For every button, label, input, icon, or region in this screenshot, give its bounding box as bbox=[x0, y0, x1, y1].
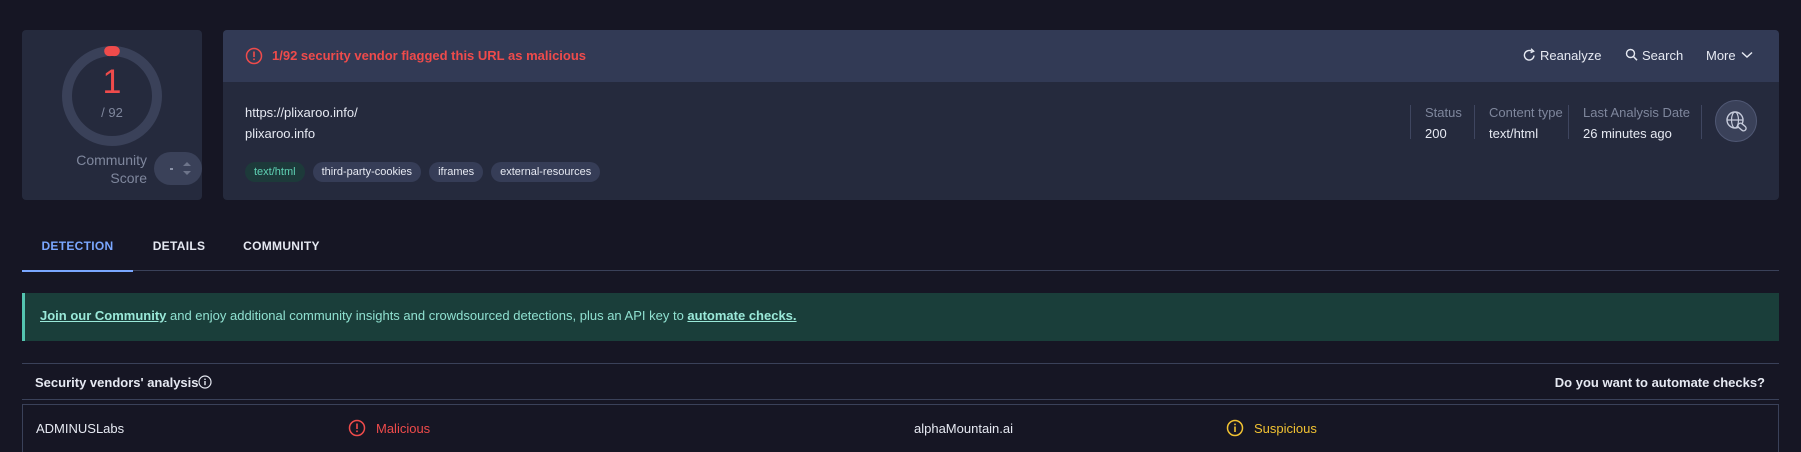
join-community-link[interactable]: Join our Community bbox=[40, 308, 166, 323]
tag-list: text/html third-party-cookies iframes ex… bbox=[245, 162, 601, 182]
alert-circle-icon bbox=[245, 47, 263, 65]
status-value: 200 bbox=[1425, 126, 1447, 141]
result-tabs: DETECTION DETAILS COMMUNITY bbox=[22, 225, 1779, 272]
status-label: Status bbox=[1425, 105, 1462, 120]
detection-score-card: 1 / 92 Community Score bbox=[22, 30, 202, 200]
tag-chip[interactable]: iframes bbox=[429, 162, 484, 182]
tab-details[interactable]: DETAILS bbox=[133, 225, 225, 271]
vendor-verdict-malicious: Malicious bbox=[348, 419, 430, 437]
automate-checks-button[interactable]: Do you want to automate checks? bbox=[1555, 375, 1765, 390]
tag-chip[interactable]: external-resources bbox=[491, 162, 601, 182]
tab-community[interactable]: COMMUNITY bbox=[225, 225, 338, 271]
detection-count: 1 bbox=[102, 63, 122, 101]
tag-chip[interactable]: text/html bbox=[245, 162, 305, 182]
last-analysis-label: Last Analysis Date bbox=[1583, 105, 1690, 120]
tag-chip[interactable]: third-party-cookies bbox=[312, 162, 422, 182]
url-summary-card: 1/92 security vendor flagged this URL as… bbox=[223, 30, 1779, 200]
analyzed-url[interactable]: https://plixaroo.info/ bbox=[245, 105, 358, 120]
vendors-title: Security vendors' analysis bbox=[35, 375, 199, 390]
content-type-meta: Content type text/html bbox=[1474, 105, 1563, 141]
more-menu-button[interactable]: More bbox=[1706, 48, 1753, 63]
info-icon[interactable] bbox=[198, 375, 212, 389]
malicious-alert-icon bbox=[348, 419, 366, 437]
globe-link-icon bbox=[1726, 111, 1747, 132]
tab-detection[interactable]: DETECTION bbox=[22, 225, 133, 272]
community-score-value bbox=[170, 168, 173, 170]
content-type-label: Content type bbox=[1489, 105, 1563, 120]
community-banner: Join our Community and enjoy additional … bbox=[22, 293, 1779, 341]
alert-bar: 1/92 security vendor flagged this URL as… bbox=[223, 30, 1779, 82]
community-score-label: Community Score bbox=[76, 152, 147, 186]
community-score-stepper[interactable] bbox=[154, 152, 202, 185]
alert-message: 1/92 security vendor flagged this URL as… bbox=[272, 48, 587, 63]
suspicious-info-icon bbox=[1226, 419, 1244, 437]
vote-down-icon[interactable] bbox=[183, 171, 191, 175]
table-row: ADMINUSLabs Malicious alphaMountain.ai S… bbox=[22, 404, 1779, 452]
banner-middle-text: and enjoy additional community insights … bbox=[166, 308, 688, 323]
vendor-name: alphaMountain.ai bbox=[914, 421, 1014, 436]
content-type-value: text/html bbox=[1489, 126, 1539, 141]
last-analysis-meta: Last Analysis Date 26 minutes ago bbox=[1568, 105, 1690, 141]
search-icon bbox=[1625, 48, 1638, 61]
meta-divider bbox=[1701, 105, 1702, 139]
search-button[interactable]: Search bbox=[1625, 48, 1683, 63]
vendor-name: ADMINUSLabs bbox=[36, 421, 125, 436]
analyzed-domain[interactable]: plixaroo.info bbox=[245, 126, 315, 141]
status-meta: Status 200 bbox=[1410, 105, 1462, 141]
last-analysis-value: 26 minutes ago bbox=[1583, 126, 1672, 141]
detection-total: / 92 bbox=[101, 105, 123, 120]
reanalyze-button[interactable]: Reanalyze bbox=[1523, 48, 1601, 63]
refresh-icon bbox=[1523, 48, 1535, 61]
vendors-header: Security vendors' analysis Do you want t… bbox=[22, 363, 1779, 400]
url-type-badge bbox=[1715, 100, 1757, 142]
chevron-down-icon bbox=[1741, 51, 1753, 58]
automate-checks-link[interactable]: automate checks. bbox=[687, 308, 796, 323]
vote-up-icon[interactable] bbox=[183, 162, 191, 166]
community-banner-text: Join our Community and enjoy additional … bbox=[40, 308, 797, 323]
vendor-verdict-suspicious: Suspicious bbox=[1226, 419, 1317, 437]
